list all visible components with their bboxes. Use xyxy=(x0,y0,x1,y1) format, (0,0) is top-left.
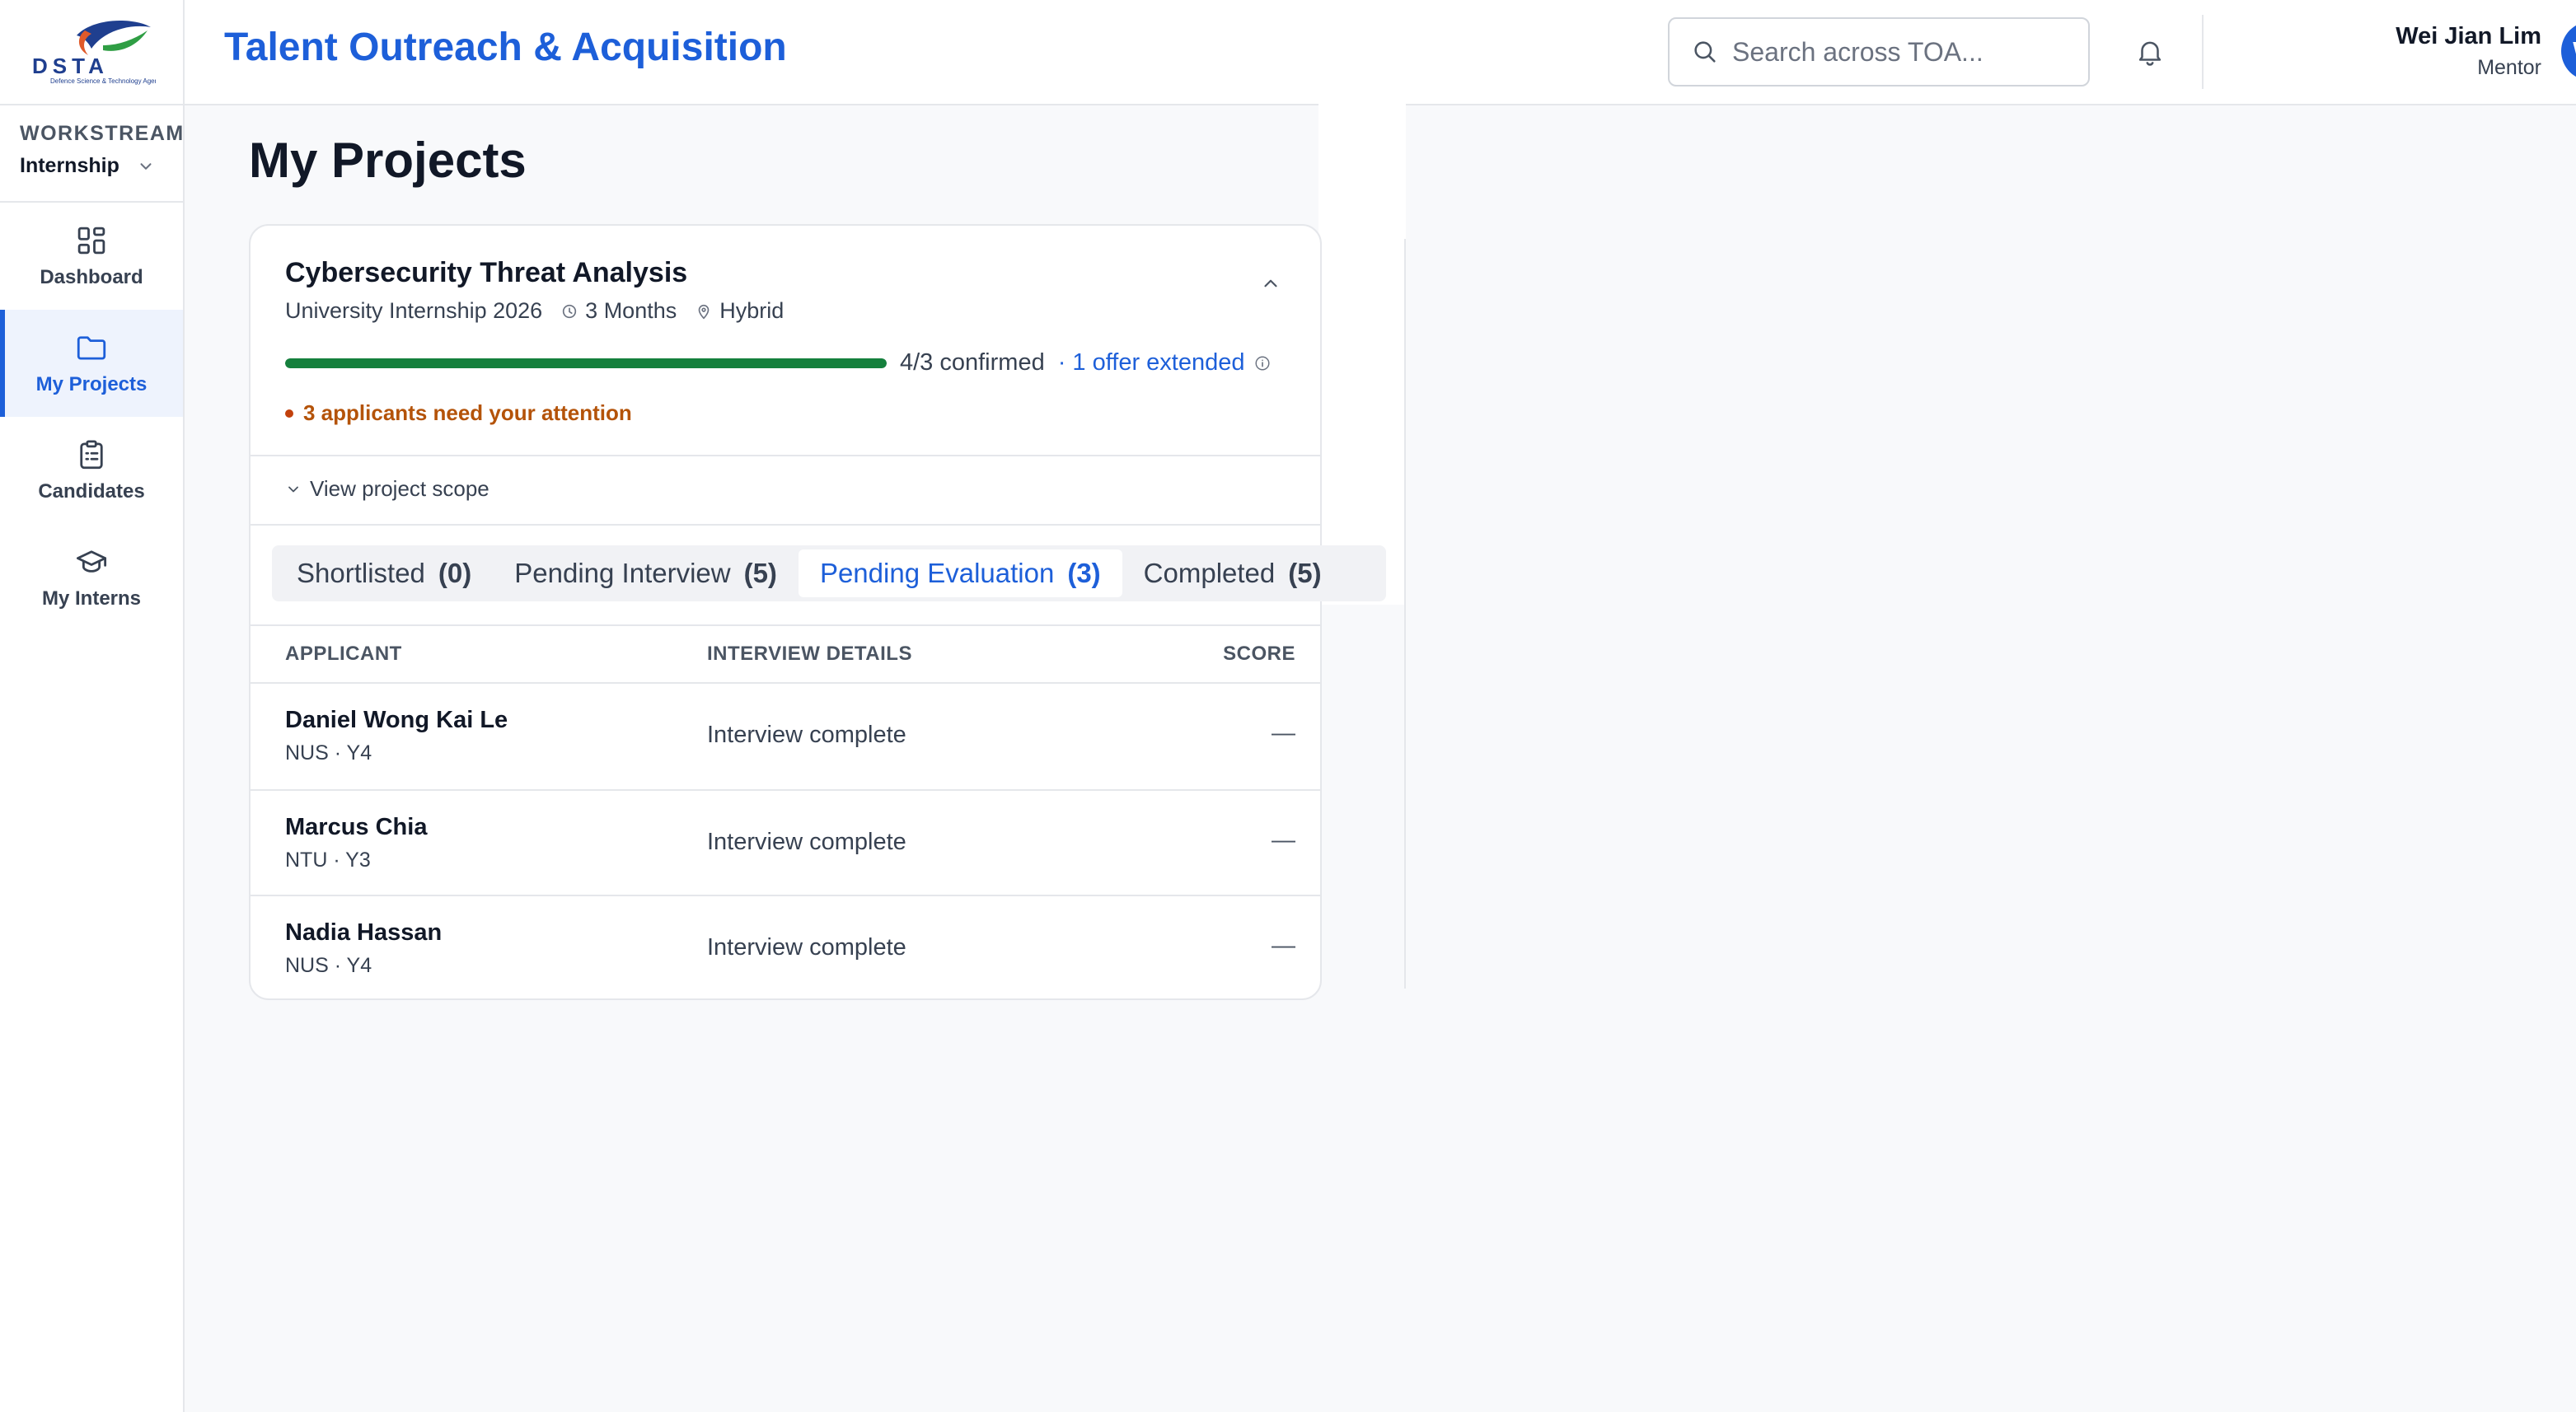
clock-icon xyxy=(563,304,577,318)
dsta-logo[interactable]: DSTA Defence Science & Technology Agency xyxy=(0,0,183,105)
chevron-down-icon xyxy=(140,162,152,170)
avatar: WJ xyxy=(2561,21,2576,81)
search-box[interactable] xyxy=(1668,17,2090,86)
sidebar: DSTA Defence Science & Technology Agency… xyxy=(0,0,185,1412)
search-icon xyxy=(1694,41,1716,63)
confirmed-count: 4/3 confirmed xyxy=(900,349,1045,376)
tab-count: (5) xyxy=(743,558,777,588)
applicant-score: — xyxy=(1272,720,1295,746)
progress-fill xyxy=(285,358,887,368)
user-name: Wei Jian Lim xyxy=(2396,23,2541,49)
dsta-logo-mark: DSTA Defence Science & Technology Agency xyxy=(32,20,156,85)
sidebar-item-label: My Projects xyxy=(35,373,148,395)
user-role: Mentor xyxy=(2477,56,2541,79)
applicant-name: Marcus Chia xyxy=(285,814,428,840)
folder-icon xyxy=(77,336,106,360)
page-title: My Projects xyxy=(249,133,527,188)
interview-status: Interview complete xyxy=(707,829,906,855)
project-mode: Hybrid xyxy=(695,298,784,324)
tab-count: (5) xyxy=(1288,558,1322,588)
tab-label: Pending Evaluation xyxy=(819,558,1055,588)
background-panel xyxy=(1318,0,1406,605)
graduation-cap-icon xyxy=(76,550,107,573)
tab-completed[interactable]: Completed (5) xyxy=(1122,549,1343,597)
tab-pending-evaluation[interactable]: Pending Evaluation (3) xyxy=(798,549,1122,597)
stage-tabs: Shortlisted (0) Pending Interview (5) Pe… xyxy=(272,545,1386,601)
interview-status: Interview complete xyxy=(707,934,906,961)
sidebar-item-dashboard[interactable]: Dashboard xyxy=(0,203,183,310)
collapse-button[interactable] xyxy=(1258,270,1284,297)
attention-dot xyxy=(285,409,293,418)
progress-bar xyxy=(285,358,887,368)
bell-icon xyxy=(2138,41,2161,66)
applicant-school: NTU · Y3 xyxy=(285,849,371,872)
applicant-school: NUS · Y4 xyxy=(285,954,372,977)
project-programme: University Internship 2026 xyxy=(285,298,543,323)
sidebar-item-label: My Interns xyxy=(41,587,142,610)
attention-alert: 3 applicants need your attention xyxy=(285,400,632,426)
attention-text: 3 applicants need your attention xyxy=(303,400,632,425)
chevron-up-icon xyxy=(1264,279,1277,288)
workstream-label: WORKSTREAM xyxy=(20,122,185,145)
applicant-score: — xyxy=(1272,933,1295,959)
column-header-applicant[interactable]: APPLICANT xyxy=(285,643,402,666)
tab-count: (0) xyxy=(438,558,472,588)
duration-text: 3 Months xyxy=(585,298,677,323)
project-title[interactable]: Cybersecurity Threat Analysis xyxy=(285,257,687,289)
tab-pending-interview[interactable]: Pending Interview (5) xyxy=(493,549,799,597)
offer-extended-link[interactable]: · 1 offer extended xyxy=(1058,349,1272,376)
sidebar-item-label: Candidates xyxy=(38,480,145,503)
applicant-name: Nadia Hassan xyxy=(285,919,443,946)
confirmation-progress: 4/3 confirmed · 1 offer extended xyxy=(285,349,1272,376)
applicant-score: — xyxy=(1272,827,1295,853)
info-icon[interactable] xyxy=(1253,354,1272,372)
divider xyxy=(251,524,1320,526)
table-row[interactable]: Nadia Hassan NUS · Y4 Interview complete… xyxy=(251,896,1320,1002)
applicant-school: NUS · Y4 xyxy=(285,741,372,764)
project-meta: University Internship 2026 3 Months Hybr… xyxy=(285,298,784,324)
workstream-select[interactable]: Internship xyxy=(20,154,163,178)
column-header-interview[interactable]: INTERVIEW DETAILS xyxy=(707,643,912,666)
interview-status: Interview complete xyxy=(707,722,906,748)
location-pin-icon xyxy=(698,304,710,319)
tab-count: (3) xyxy=(1067,558,1101,588)
sidebar-item-candidates[interactable]: Candidates xyxy=(0,417,183,524)
user-menu[interactable]: Wei Jian Lim Mentor WJ xyxy=(2236,21,2576,84)
project-card: Cybersecurity Threat Analysis University… xyxy=(249,224,1386,1002)
sidebar-item-my-interns[interactable]: My Interns xyxy=(0,524,183,631)
project-duration: 3 Months xyxy=(560,298,677,324)
table-header: APPLICANT INTERVIEW DETAILS SCORE xyxy=(251,624,1320,682)
view-scope-label: View project scope xyxy=(310,476,489,501)
column-header-score[interactable]: SCORE xyxy=(1223,643,1295,666)
divider xyxy=(251,455,1320,456)
applicant-name: Daniel Wong Kai Le xyxy=(285,707,508,733)
workstream-switcher: WORKSTREAM Internship xyxy=(0,105,183,203)
grid-icon xyxy=(77,227,105,255)
tab-label: Completed xyxy=(1143,558,1276,588)
header-divider xyxy=(2202,15,2204,89)
workstream-value: Internship xyxy=(20,154,119,177)
background-divider xyxy=(1404,239,1406,989)
table-row[interactable]: Marcus Chia NTU · Y3 Interview complete … xyxy=(251,791,1320,896)
clipboard-icon xyxy=(80,440,103,470)
app-title[interactable]: Talent Outreach & Acquisition xyxy=(224,25,787,70)
offer-extended-text: · 1 offer extended xyxy=(1057,349,1245,376)
mode-text: Hybrid xyxy=(719,298,785,323)
chevron-down-icon xyxy=(288,486,298,492)
table-row[interactable]: Daniel Wong Kai Le NUS · Y4 Interview co… xyxy=(251,684,1320,789)
tab-label: Pending Interview xyxy=(514,558,731,588)
search-input[interactable] xyxy=(1732,36,2062,68)
logo-text: DSTA xyxy=(32,54,109,78)
sidebar-item-label: Dashboard xyxy=(40,266,143,288)
sidebar-item-my-projects[interactable]: My Projects xyxy=(0,310,183,417)
notifications-button[interactable] xyxy=(2129,31,2171,72)
tab-shortlisted[interactable]: Shortlisted (0) xyxy=(275,549,493,597)
view-scope-toggle[interactable]: View project scope xyxy=(285,476,489,502)
logo-subtext: Defence Science & Technology Agency xyxy=(50,77,156,85)
tab-label: Shortlisted xyxy=(297,558,425,588)
